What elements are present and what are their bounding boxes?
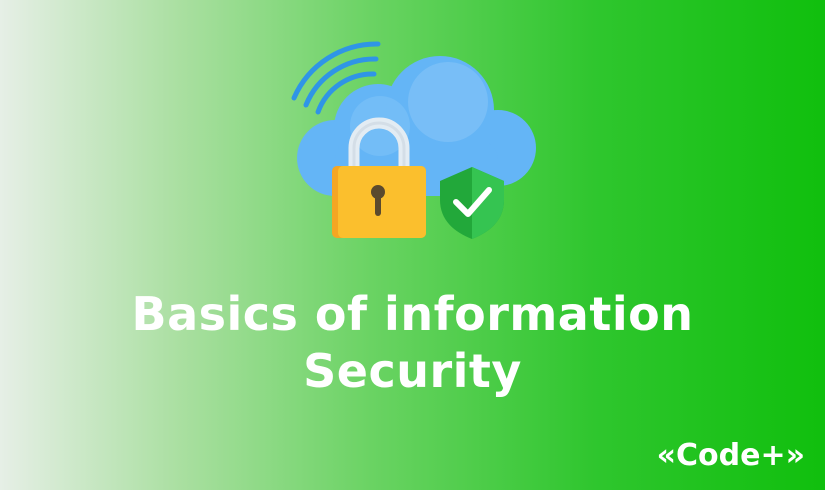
security-illustration [291,41,536,239]
banner-title-line1: Basics of information [131,287,694,341]
banner-title-line2: Security [303,344,522,398]
shield-check-icon [440,167,504,239]
brand-logo[interactable]: «Code+» [657,438,805,473]
banner: Basics of information Security «Code+» [0,0,825,490]
